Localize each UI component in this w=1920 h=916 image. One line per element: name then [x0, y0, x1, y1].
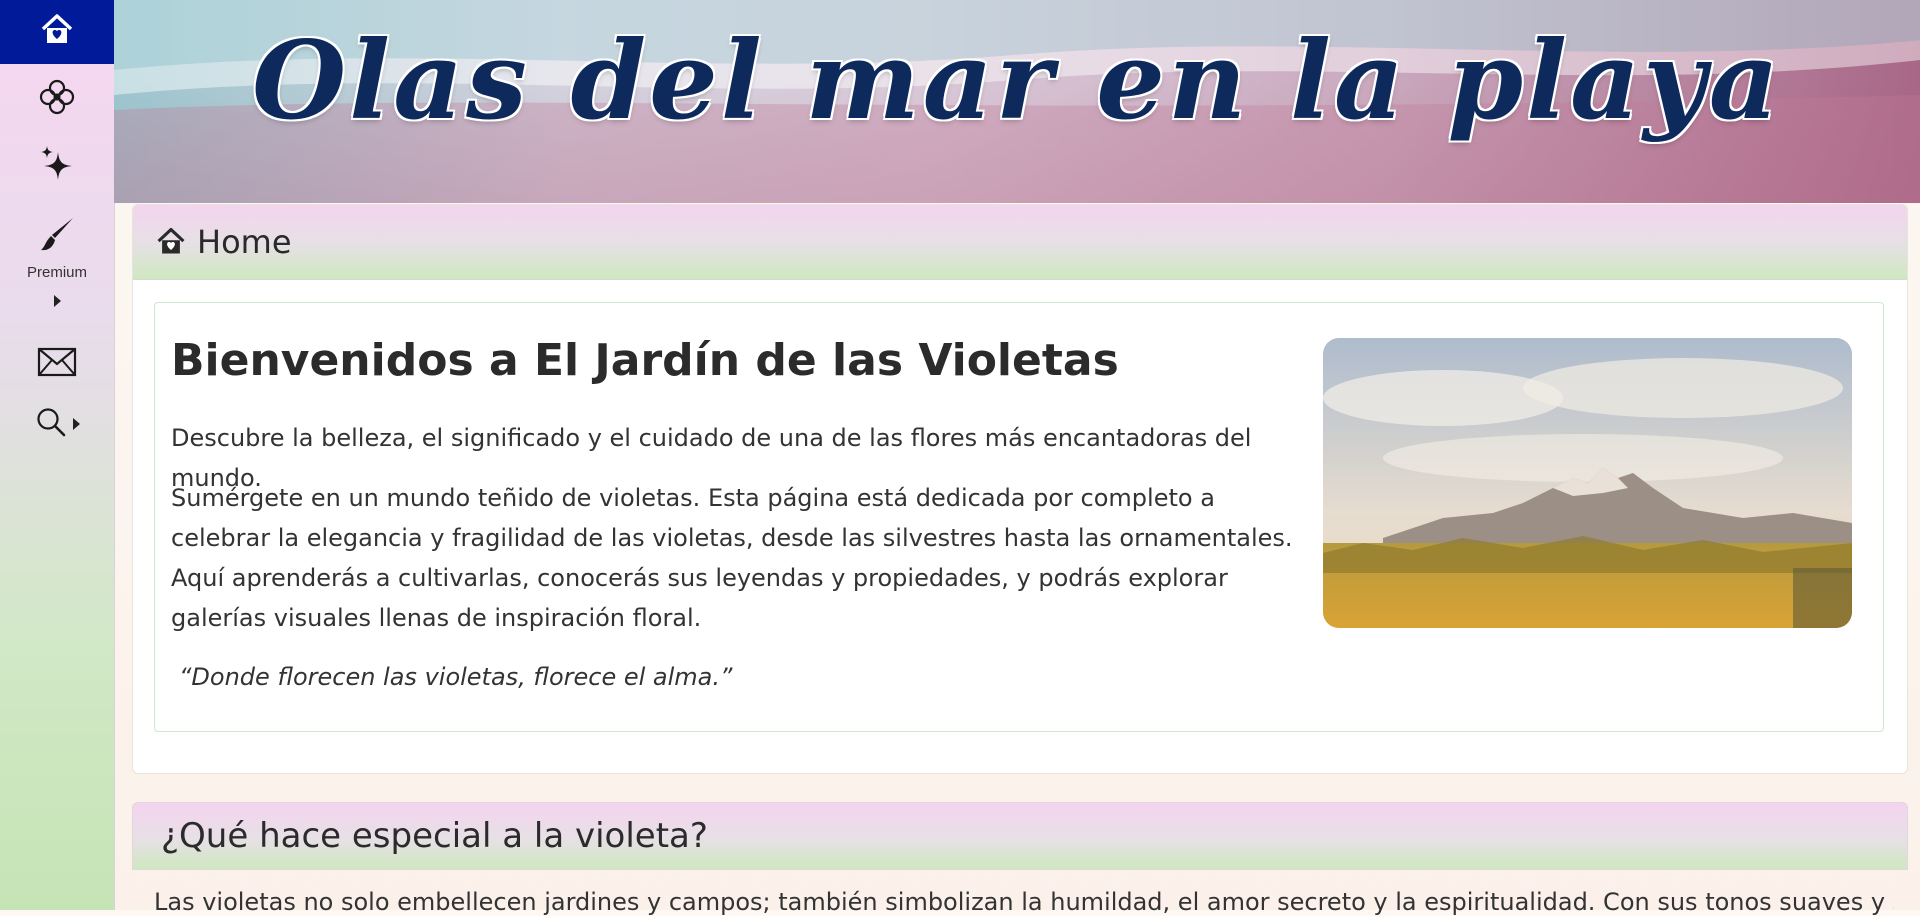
banner-title: Olas del mar en la playa: [252, 18, 1782, 144]
search-icon: [35, 406, 67, 442]
home-panel-header: Home: [133, 205, 1907, 280]
sidebar-item-contact[interactable]: [0, 344, 114, 384]
flower-icon: [37, 77, 77, 121]
brush-icon: [37, 214, 77, 258]
home-icon: [155, 226, 187, 258]
chevron-right-icon[interactable]: [72, 418, 80, 430]
sidebar-item-premium[interactable]: Premium: [0, 210, 114, 310]
sidebar-item-sparkles[interactable]: [0, 145, 114, 189]
welcome-title: Bienvenidos a El Jardín de las Violetas: [171, 335, 1119, 386]
special-section-title: ¿Qué hace especial a la violeta?: [161, 816, 708, 856]
quote-text: “Donde florecen las violetas, florece el…: [179, 663, 733, 691]
welcome-card: Bienvenidos a El Jardín de las Violetas …: [154, 302, 1884, 732]
home-icon: [39, 12, 75, 52]
premium-label: Premium: [26, 263, 87, 281]
home-panel-title: Home: [197, 223, 292, 261]
landscape-photo: [1323, 338, 1852, 628]
sidebar-item-search[interactable]: [0, 404, 114, 444]
sidebar-item-flowers[interactable]: [0, 78, 114, 120]
chevron-right-icon[interactable]: [53, 294, 61, 307]
sidebar-item-home[interactable]: [0, 0, 114, 64]
sparkles-icon: [38, 144, 76, 190]
special-section-text: Las violetas no solo embellecen jardines…: [154, 888, 1894, 916]
envelope-icon: [37, 347, 77, 381]
special-section-header: ¿Qué hace especial a la violeta?: [132, 802, 1908, 870]
hero-banner: Olas del mar en la playa: [114, 0, 1920, 203]
body-text: Sumérgete en un mundo teñido de violetas…: [171, 484, 1293, 632]
sidebar: Premium: [0, 0, 115, 910]
